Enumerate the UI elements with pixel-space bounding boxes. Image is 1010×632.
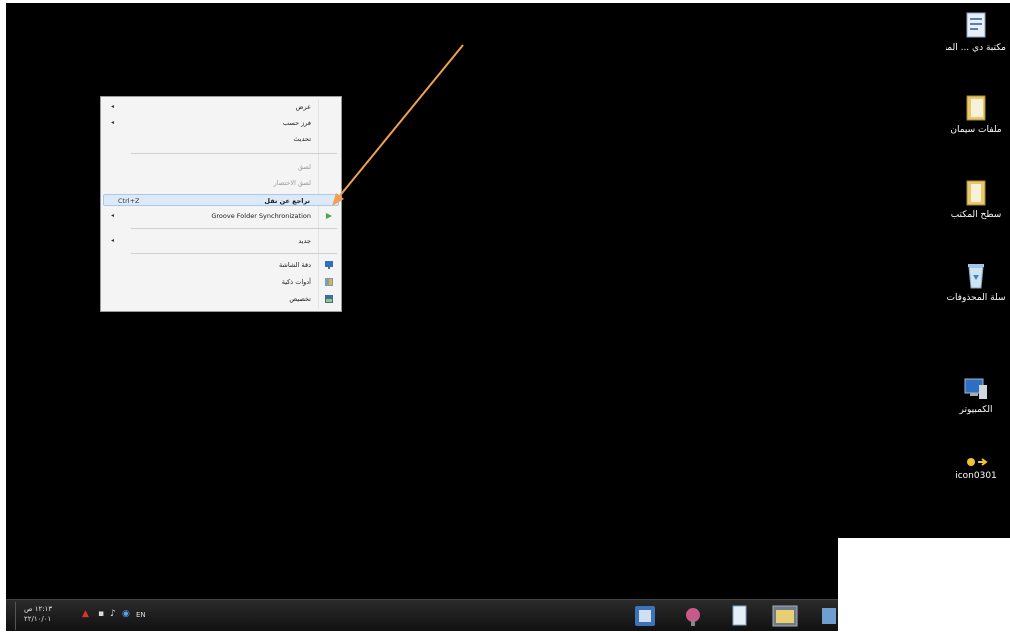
taskbar-outlook-icon[interactable] — [630, 603, 660, 629]
taskbar-document-icon[interactable] — [724, 603, 754, 629]
help-icon[interactable]: ◉ — [122, 609, 130, 619]
flag-icon[interactable]: ▲ — [82, 609, 89, 619]
show-desktop-button[interactable] — [8, 602, 16, 630]
clock-time: ١٢:١٣ ص — [24, 605, 53, 613]
taskbar-media-icon[interactable] — [678, 603, 708, 629]
taskbar-explorer-icon[interactable] — [770, 603, 800, 629]
blank-overlay — [838, 538, 1010, 632]
clock[interactable]: ١٢:١٣ ص ٢٢/١٠/٠١ — [24, 604, 66, 624]
clock-date: ٢٢/١٠/٠١ — [24, 615, 52, 623]
desktop[interactable]: مكتبة دي ... المصدر ملفات سيمان سطح المك… — [6, 3, 1010, 631]
network-icon[interactable]: ▪ — [98, 609, 104, 619]
volume-icon[interactable]: ♪ — [110, 609, 116, 619]
language-indicator[interactable]: EN — [136, 611, 146, 619]
annotation-arrow — [332, 44, 464, 206]
